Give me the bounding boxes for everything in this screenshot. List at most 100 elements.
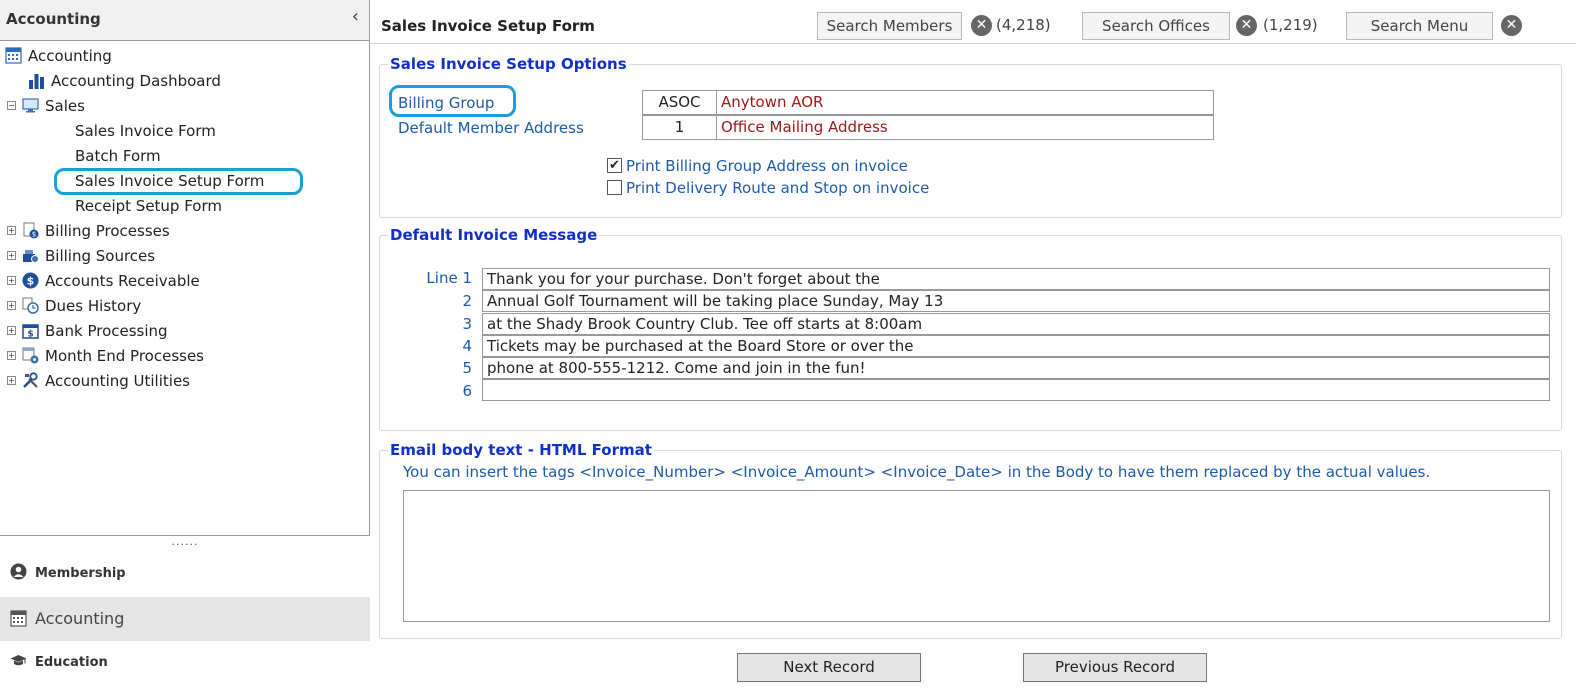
calculator-icon [5, 47, 22, 64]
tree-item-accounting-utilities[interactable]: + Accounting Utilities [7, 369, 190, 391]
tree-item-label: Billing Sources [45, 246, 156, 265]
tree-item-bank-processing[interactable]: + $ Bank Processing [7, 319, 168, 341]
clear-menu-icon[interactable]: ✕ [1501, 15, 1522, 36]
highlight-outline [389, 85, 516, 117]
form-title: Sales Invoice Setup Form [381, 17, 595, 35]
form-toolbar: Sales Invoice Setup Form Search Members … [371, 0, 1576, 44]
nav-membership[interactable]: Membership [0, 552, 370, 596]
cash-register-icon [23, 250, 39, 263]
tree-item-accounting[interactable]: Accounting [5, 44, 112, 66]
tree-item-label: Batch Form [75, 146, 161, 165]
collapse-pane-icon[interactable]: ‹ [352, 6, 359, 27]
tree-item-label: Bank Processing [45, 321, 168, 340]
print-route-label: Print Delivery Route and Stop on invoice [626, 179, 930, 197]
print-billing-address-checkbox[interactable]: ✔ [607, 158, 622, 173]
user-circle-icon [10, 563, 27, 580]
message-line-input[interactable]: Thank you for your purchase. Don't forge… [482, 268, 1550, 290]
expand-node-icon[interactable]: + [7, 351, 16, 360]
search-members-button[interactable]: Search Members [817, 12, 962, 40]
tree-item-sales[interactable]: − Sales [7, 94, 85, 116]
history-icon [22, 297, 39, 314]
expand-node-icon[interactable]: + [7, 251, 16, 260]
members-count: (4,218) [996, 16, 1051, 34]
monitor-icon [22, 98, 39, 113]
tree-item-label: Billing Processes [45, 221, 170, 240]
line-label: 2 [462, 292, 472, 310]
email-body-textarea[interactable] [403, 490, 1550, 622]
tree-item-label: Receipt Setup Form [75, 196, 223, 215]
message-line-input[interactable]: phone at 800-555-1212. Come and join in … [482, 357, 1550, 379]
nav-label: Accounting [35, 609, 125, 628]
message-line-input[interactable]: Annual Golf Tournament will be taking pl… [482, 290, 1550, 312]
email-body-legend: Email body text - HTML Format [390, 441, 652, 459]
tree-item-receipt-setup-form[interactable]: Receipt Setup Form [75, 194, 222, 216]
line-label: 5 [462, 359, 472, 377]
billing-group-name-field[interactable]: Anytown AOR [716, 90, 1214, 115]
message-line-input[interactable]: at the Shady Brook Country Club. Tee off… [482, 313, 1550, 335]
print-billing-address-label: Print Billing Group Address on invoice [626, 157, 908, 175]
nav-label: Education [35, 655, 108, 670]
tree-item-label: Accounts Receivable [45, 271, 200, 290]
graduation-cap-icon [10, 655, 27, 666]
member-address-name-field[interactable]: Office Mailing Address [716, 115, 1214, 140]
line-label: 6 [462, 382, 472, 400]
svg-text:$: $ [32, 231, 36, 239]
tree-item-label: Accounting Dashboard [51, 71, 221, 90]
tree-item-label: Sales Invoice Form [75, 121, 216, 140]
left-navigation-pane: Accounting ‹ Accounting Accounting Dashb… [0, 0, 370, 699]
tree-item-accounting-dashboard[interactable]: Accounting Dashboard [28, 69, 221, 91]
tree-item-batch-form[interactable]: Batch Form [75, 144, 161, 166]
bank-icon: $ [22, 324, 39, 340]
member-address-label: Default Member Address [398, 119, 584, 137]
line-label: 3 [462, 315, 472, 333]
highlight-outline [54, 168, 303, 195]
tree-item-billing-processes[interactable]: + $ Billing Processes [7, 219, 170, 241]
nav-label: Membership [35, 566, 126, 581]
email-tags-hint: You can insert the tags <Invoice_Number>… [403, 463, 1431, 481]
message-line-input[interactable]: Tickets may be purchased at the Board St… [482, 335, 1550, 357]
calculator-icon [10, 610, 27, 627]
expand-node-icon[interactable]: + [7, 276, 16, 285]
svg-text:$: $ [27, 330, 33, 340]
invoice-message-legend: Default Invoice Message [390, 226, 598, 244]
tree-item-label: Sales [45, 96, 85, 115]
tree-item-label: Dues History [45, 296, 142, 315]
tree-item-label: Accounting Utilities [45, 371, 190, 390]
expand-node-icon[interactable]: + [7, 226, 16, 235]
expand-node-icon[interactable]: + [7, 376, 16, 385]
expand-node-icon[interactable]: + [7, 326, 16, 335]
print-route-checkbox[interactable] [607, 180, 622, 195]
next-record-button[interactable]: Next Record [737, 653, 921, 682]
member-address-code-field[interactable]: 1 [642, 115, 717, 140]
line-label: 4 [462, 337, 472, 355]
clear-offices-icon[interactable]: ✕ [1236, 15, 1257, 36]
line-label: Line 1 [426, 269, 472, 287]
tree-item-sales-invoice-form[interactable]: Sales Invoice Form [75, 119, 216, 141]
pane-splitter[interactable]: ...... [0, 536, 370, 551]
tree-item-accounts-receivable[interactable]: + $ Accounts Receivable [7, 269, 200, 291]
search-offices-button[interactable]: Search Offices [1082, 12, 1230, 40]
message-line-input[interactable] [482, 379, 1550, 401]
tree-item-month-end-processes[interactable]: + Month End Processes [7, 344, 204, 366]
clear-members-icon[interactable]: ✕ [971, 15, 992, 36]
billing-group-code-field[interactable]: ASOC [642, 90, 717, 115]
expand-node-icon[interactable]: + [7, 301, 16, 310]
nav-accounting[interactable]: Accounting [0, 597, 370, 641]
bar-chart-icon [29, 74, 44, 89]
dollar-coin-icon: $ [22, 272, 39, 289]
tools-icon [23, 372, 38, 388]
tree-item-dues-history[interactable]: + Dues History [7, 294, 141, 316]
billing-document-icon: $ [23, 222, 39, 239]
left-pane-title: Accounting [6, 10, 101, 28]
tree-item-label: Month End Processes [45, 346, 205, 365]
search-menu-button[interactable]: Search Menu [1346, 12, 1493, 40]
nav-education[interactable]: Education [0, 641, 370, 685]
accounting-tree: Accounting Accounting Dashboard − Sales … [0, 41, 370, 536]
tree-item-label: Accounting [28, 46, 112, 65]
previous-record-button[interactable]: Previous Record [1023, 653, 1207, 682]
offices-count: (1,219) [1263, 16, 1318, 34]
calendar-gear-icon [22, 347, 39, 364]
collapse-node-icon[interactable]: − [7, 101, 16, 110]
setup-options-legend: Sales Invoice Setup Options [390, 55, 627, 73]
tree-item-billing-sources[interactable]: + Billing Sources [7, 244, 155, 266]
